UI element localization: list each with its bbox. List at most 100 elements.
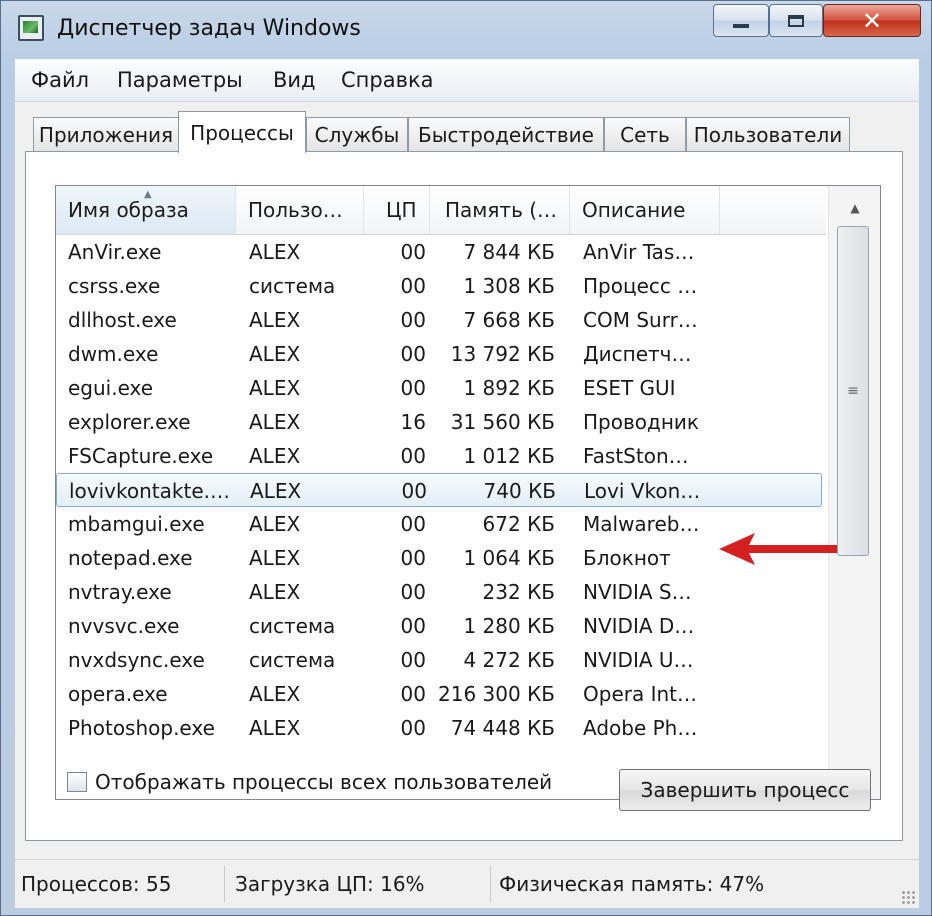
tab-processes[interactable]: Процессы	[178, 111, 306, 153]
table-row[interactable]: AnVir.exe ALEX 00 7 844 КБ AnVir Tas…	[56, 235, 826, 269]
close-button[interactable]: ✕	[823, 4, 921, 37]
table-row[interactable]: opera.exe ALEX 00 216 300 КБ Opera Int…	[56, 677, 826, 711]
cell-user: ALEX	[249, 580, 301, 604]
cell-cpu: 00	[400, 682, 426, 706]
table-row[interactable]: dwm.exe ALEX 00 13 792 КБ Диспетч…	[56, 337, 826, 371]
cell-cpu: 00	[400, 274, 426, 298]
table-row[interactable]: nvvsvc.exe система 00 1 280 КБ NVIDIA D…	[56, 609, 826, 643]
cell-image-name: opera.exe	[68, 682, 168, 706]
cell-image-name: AnVir.exe	[68, 240, 162, 264]
scroll-up-arrow-icon[interactable]: ▲	[829, 190, 880, 226]
cell-user: ALEX	[249, 308, 301, 332]
cell-memory: 1 064 КБ	[463, 546, 555, 570]
cell-description: FastSton…	[583, 444, 689, 468]
end-process-button[interactable]: Завершить процесс	[619, 769, 871, 811]
table-row[interactable]: dllhost.exe ALEX 00 7 668 КБ COM Surr…	[56, 303, 826, 337]
cell-description: Диспетч…	[583, 342, 692, 366]
client-area: Файл Параметры Вид Справка Приложения Пр…	[15, 59, 919, 908]
show-all-users-label: Отображать процессы всех пользователей	[95, 770, 553, 794]
task-manager-window: Диспетчер задач Windows ✕ Файл Параметры…	[0, 0, 932, 916]
minimize-icon	[733, 23, 749, 28]
tab-users[interactable]: Пользователи	[686, 117, 850, 151]
table-row[interactable]: nvxdsync.exe система 00 4 272 КБ NVIDIA U…	[56, 643, 826, 677]
vertical-scrollbar[interactable]: ▲ ≡ ▼	[828, 186, 880, 799]
cell-image-name: explorer.exe	[68, 410, 191, 434]
column-header-user[interactable]: Пользо…	[236, 186, 364, 234]
scroll-thumb[interactable]: ≡	[837, 226, 869, 556]
cell-description: NVIDIA S…	[583, 580, 692, 604]
menu-file[interactable]: Файл	[31, 68, 89, 92]
cell-description: NVIDIA U…	[583, 648, 694, 672]
cell-cpu: 00	[400, 342, 426, 366]
show-all-users-checkbox[interactable]	[67, 772, 87, 792]
table-row[interactable]: Photoshop.exe ALEX 00 74 448 КБ Adobe Ph…	[56, 711, 826, 745]
cell-cpu: 00	[400, 240, 426, 264]
cell-image-name: lovivkontakte.…	[69, 479, 230, 503]
cell-description: Opera Int…	[583, 682, 697, 706]
table-row[interactable]: explorer.exe ALEX 16 31 560 КБ Проводник	[56, 405, 826, 439]
column-label: Память (…	[445, 198, 558, 222]
cell-cpu: 00	[401, 479, 427, 503]
cell-memory: 1 892 КБ	[463, 376, 555, 400]
cell-cpu: 00	[400, 444, 426, 468]
tab-performance[interactable]: Быстродействие	[408, 117, 604, 151]
table-row[interactable]: egui.exe ALEX 00 1 892 КБ ESET GUI	[56, 371, 826, 405]
column-label: Описание	[582, 198, 686, 222]
sort-ascending-icon: ▲	[144, 189, 152, 200]
tab-services[interactable]: Службы	[306, 117, 408, 151]
tab-applications[interactable]: Приложения	[33, 117, 179, 151]
menu-view[interactable]: Вид	[273, 68, 316, 92]
resize-grip-icon[interactable]	[901, 890, 915, 904]
status-physical-memory: Физическая память: 47%	[499, 872, 765, 896]
cell-memory: 1 012 КБ	[463, 444, 555, 468]
column-header-image-name[interactable]: ▲ Имя образа	[56, 186, 236, 234]
minimize-button[interactable]	[713, 4, 769, 37]
table-row[interactable]: nvtray.exe ALEX 00 232 КБ NVIDIA S…	[56, 575, 826, 609]
cell-user: система	[249, 614, 336, 638]
cell-memory: 31 560 КБ	[450, 410, 555, 434]
show-all-users-option[interactable]: Отображать процессы всех пользователей	[67, 767, 552, 797]
column-header-memory[interactable]: Память (…	[430, 186, 570, 234]
cell-user: ALEX	[249, 716, 301, 740]
cell-memory: 7 668 КБ	[463, 308, 555, 332]
cell-memory: 1 280 КБ	[463, 614, 555, 638]
menu-help[interactable]: Справка	[341, 68, 434, 92]
cell-description: Malwareb…	[583, 512, 700, 536]
cell-memory: 4 272 КБ	[463, 648, 555, 672]
table-row[interactable]: lovivkontakte.… ALEX 00 740 КБ Lovi Vkon…	[56, 473, 822, 507]
cell-user: ALEX	[249, 410, 301, 434]
maximize-icon	[788, 14, 804, 27]
cell-cpu: 00	[400, 580, 426, 604]
column-label: ЦП	[386, 198, 417, 222]
cell-image-name: nvvsvc.exe	[68, 614, 180, 638]
title-bar[interactable]: Диспетчер задач Windows ✕	[1, 1, 931, 57]
cell-user: ALEX	[249, 512, 301, 536]
column-header-description[interactable]: Описание	[570, 186, 720, 234]
cell-description: Блокнот	[583, 546, 671, 570]
cell-description: COM Surr…	[583, 308, 698, 332]
column-header-row: ▲ Имя образа Пользо… ЦП Память (… Описан…	[56, 186, 826, 235]
table-row[interactable]: FSCapture.exe ALEX 00 1 012 КБ FastSton…	[56, 439, 826, 473]
column-header-cpu[interactable]: ЦП	[364, 186, 430, 234]
task-manager-icon	[18, 15, 44, 41]
cell-image-name: mbamgui.exe	[68, 512, 205, 536]
cell-image-name: Photoshop.exe	[68, 716, 215, 740]
cell-description: Проводник	[583, 410, 699, 434]
cell-memory: 232 КБ	[482, 580, 555, 604]
cell-memory: 1 308 КБ	[463, 274, 555, 298]
cell-user: система	[249, 648, 336, 672]
tab-networking[interactable]: Сеть	[604, 117, 686, 151]
cell-user: система	[249, 274, 336, 298]
process-list[interactable]: ▲ Имя образа Пользо… ЦП Память (… Описан…	[55, 185, 881, 800]
table-row[interactable]: csrss.exe система 00 1 308 КБ Процесс …	[56, 269, 826, 303]
cell-cpu: 00	[400, 648, 426, 672]
cell-image-name: notepad.exe	[68, 546, 193, 570]
maximize-button[interactable]	[769, 4, 823, 37]
table-row[interactable]: mbamgui.exe ALEX 00 672 КБ Malwareb…	[56, 507, 826, 541]
cell-description: Lovi Vkon…	[584, 479, 701, 503]
table-row[interactable]: notepad.exe ALEX 00 1 064 КБ Блокнот	[56, 541, 826, 575]
menu-options[interactable]: Параметры	[117, 68, 243, 92]
cell-memory: 216 300 КБ	[438, 682, 555, 706]
cell-cpu: 00	[400, 512, 426, 536]
cell-user: ALEX	[249, 376, 301, 400]
